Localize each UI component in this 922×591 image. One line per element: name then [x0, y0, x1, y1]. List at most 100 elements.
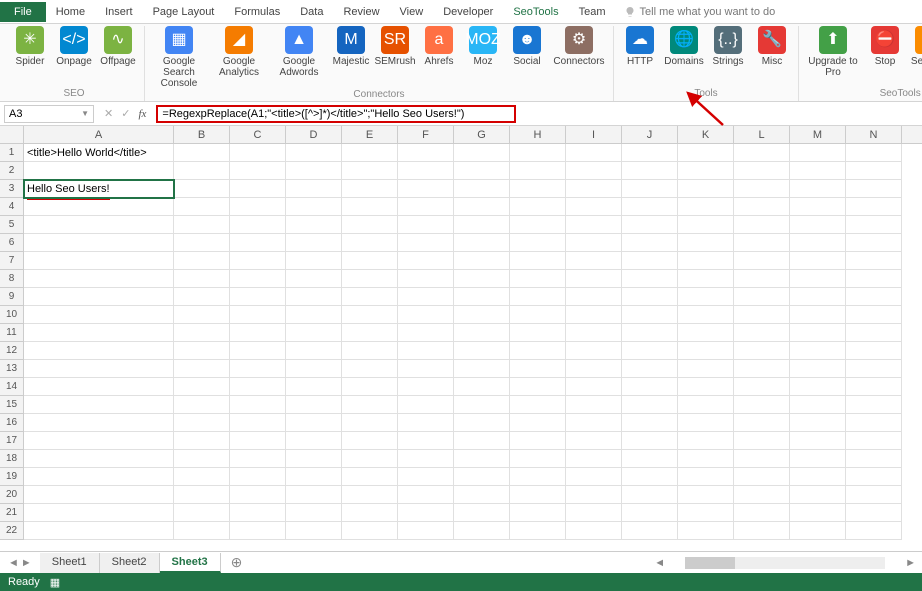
- col-header-F[interactable]: F: [398, 126, 454, 143]
- cell-K15[interactable]: [678, 396, 734, 414]
- cell-B5[interactable]: [174, 216, 230, 234]
- ribbon-upgrade[interactable]: ⬆Upgrade to Pro: [805, 26, 861, 78]
- cell-I22[interactable]: [566, 522, 622, 540]
- cell-I21[interactable]: [566, 504, 622, 522]
- cell-A13[interactable]: [24, 360, 174, 378]
- cell-G4[interactable]: [454, 198, 510, 216]
- cell-F7[interactable]: [398, 252, 454, 270]
- cell-H7[interactable]: [510, 252, 566, 270]
- cell-C1[interactable]: [230, 144, 286, 162]
- cell-L1[interactable]: [734, 144, 790, 162]
- cell-G12[interactable]: [454, 342, 510, 360]
- cell-L8[interactable]: [734, 270, 790, 288]
- cell-D5[interactable]: [286, 216, 342, 234]
- ribbon-gsc[interactable]: ▦Google Search Console: [151, 26, 207, 89]
- cell-C15[interactable]: [230, 396, 286, 414]
- col-header-H[interactable]: H: [510, 126, 566, 143]
- tell-me-search[interactable]: Tell me what you want to do: [624, 6, 776, 18]
- cell-H17[interactable]: [510, 432, 566, 450]
- cell-N10[interactable]: [846, 306, 902, 324]
- cell-B20[interactable]: [174, 486, 230, 504]
- cell-L21[interactable]: [734, 504, 790, 522]
- cell-B17[interactable]: [174, 432, 230, 450]
- cell-E5[interactable]: [342, 216, 398, 234]
- cell-D14[interactable]: [286, 378, 342, 396]
- tab-data[interactable]: Data: [290, 2, 333, 22]
- col-header-K[interactable]: K: [678, 126, 734, 143]
- row-header-16[interactable]: 16: [0, 414, 24, 432]
- cell-J11[interactable]: [622, 324, 678, 342]
- cell-I12[interactable]: [566, 342, 622, 360]
- col-header-C[interactable]: C: [230, 126, 286, 143]
- cell-I20[interactable]: [566, 486, 622, 504]
- cell-G1[interactable]: [454, 144, 510, 162]
- cell-M4[interactable]: [790, 198, 846, 216]
- cell-B15[interactable]: [174, 396, 230, 414]
- cell-I15[interactable]: [566, 396, 622, 414]
- sheet-nav-next-icon[interactable]: ►: [21, 557, 32, 569]
- ribbon-connectors[interactable]: ⚙Connectors: [551, 26, 607, 67]
- cell-K16[interactable]: [678, 414, 734, 432]
- cell-E19[interactable]: [342, 468, 398, 486]
- cell-A5[interactable]: [24, 216, 174, 234]
- cell-E6[interactable]: [342, 234, 398, 252]
- cell-J5[interactable]: [622, 216, 678, 234]
- cell-H2[interactable]: [510, 162, 566, 180]
- cell-L18[interactable]: [734, 450, 790, 468]
- cell-G14[interactable]: [454, 378, 510, 396]
- cell-I19[interactable]: [566, 468, 622, 486]
- cell-I1[interactable]: [566, 144, 622, 162]
- cell-N8[interactable]: [846, 270, 902, 288]
- cell-N15[interactable]: [846, 396, 902, 414]
- ribbon-ga[interactable]: ◢Google Analytics: [211, 26, 267, 78]
- row-header-12[interactable]: 12: [0, 342, 24, 360]
- cell-C18[interactable]: [230, 450, 286, 468]
- row-header-4[interactable]: 4: [0, 198, 24, 216]
- cell-E4[interactable]: [342, 198, 398, 216]
- cell-C3[interactable]: [230, 180, 286, 198]
- cell-I4[interactable]: [566, 198, 622, 216]
- cell-H22[interactable]: [510, 522, 566, 540]
- cell-M11[interactable]: [790, 324, 846, 342]
- cell-F8[interactable]: [398, 270, 454, 288]
- cell-K13[interactable]: [678, 360, 734, 378]
- cell-G21[interactable]: [454, 504, 510, 522]
- ribbon-moz[interactable]: MOZMoz: [463, 26, 503, 67]
- cell-J17[interactable]: [622, 432, 678, 450]
- cell-N18[interactable]: [846, 450, 902, 468]
- cell-M16[interactable]: [790, 414, 846, 432]
- cell-C5[interactable]: [230, 216, 286, 234]
- cell-M5[interactable]: [790, 216, 846, 234]
- row-header-21[interactable]: 21: [0, 504, 24, 522]
- cell-G16[interactable]: [454, 414, 510, 432]
- cell-G13[interactable]: [454, 360, 510, 378]
- cell-M19[interactable]: [790, 468, 846, 486]
- tab-home[interactable]: Home: [46, 2, 95, 22]
- col-header-A[interactable]: A: [24, 126, 174, 143]
- cell-F12[interactable]: [398, 342, 454, 360]
- sheet-tab-sheet3[interactable]: Sheet3: [160, 553, 221, 573]
- cell-G3[interactable]: [454, 180, 510, 198]
- cell-E16[interactable]: [342, 414, 398, 432]
- tab-insert[interactable]: Insert: [95, 2, 143, 22]
- cell-J9[interactable]: [622, 288, 678, 306]
- cell-H18[interactable]: [510, 450, 566, 468]
- row-header-19[interactable]: 19: [0, 468, 24, 486]
- cell-A18[interactable]: [24, 450, 174, 468]
- ribbon-ahrefs[interactable]: aAhrefs: [419, 26, 459, 67]
- cell-K9[interactable]: [678, 288, 734, 306]
- cell-L12[interactable]: [734, 342, 790, 360]
- cell-I5[interactable]: [566, 216, 622, 234]
- cell-N1[interactable]: [846, 144, 902, 162]
- row-header-8[interactable]: 8: [0, 270, 24, 288]
- cell-J19[interactable]: [622, 468, 678, 486]
- ribbon-settings[interactable]: ⚙Settings: [909, 26, 922, 67]
- cell-E12[interactable]: [342, 342, 398, 360]
- cell-L9[interactable]: [734, 288, 790, 306]
- cell-N4[interactable]: [846, 198, 902, 216]
- cell-F1[interactable]: [398, 144, 454, 162]
- cell-I17[interactable]: [566, 432, 622, 450]
- ribbon-majestic[interactable]: MMajestic: [331, 26, 371, 67]
- cell-G2[interactable]: [454, 162, 510, 180]
- macro-record-icon[interactable]: ▦: [50, 576, 60, 589]
